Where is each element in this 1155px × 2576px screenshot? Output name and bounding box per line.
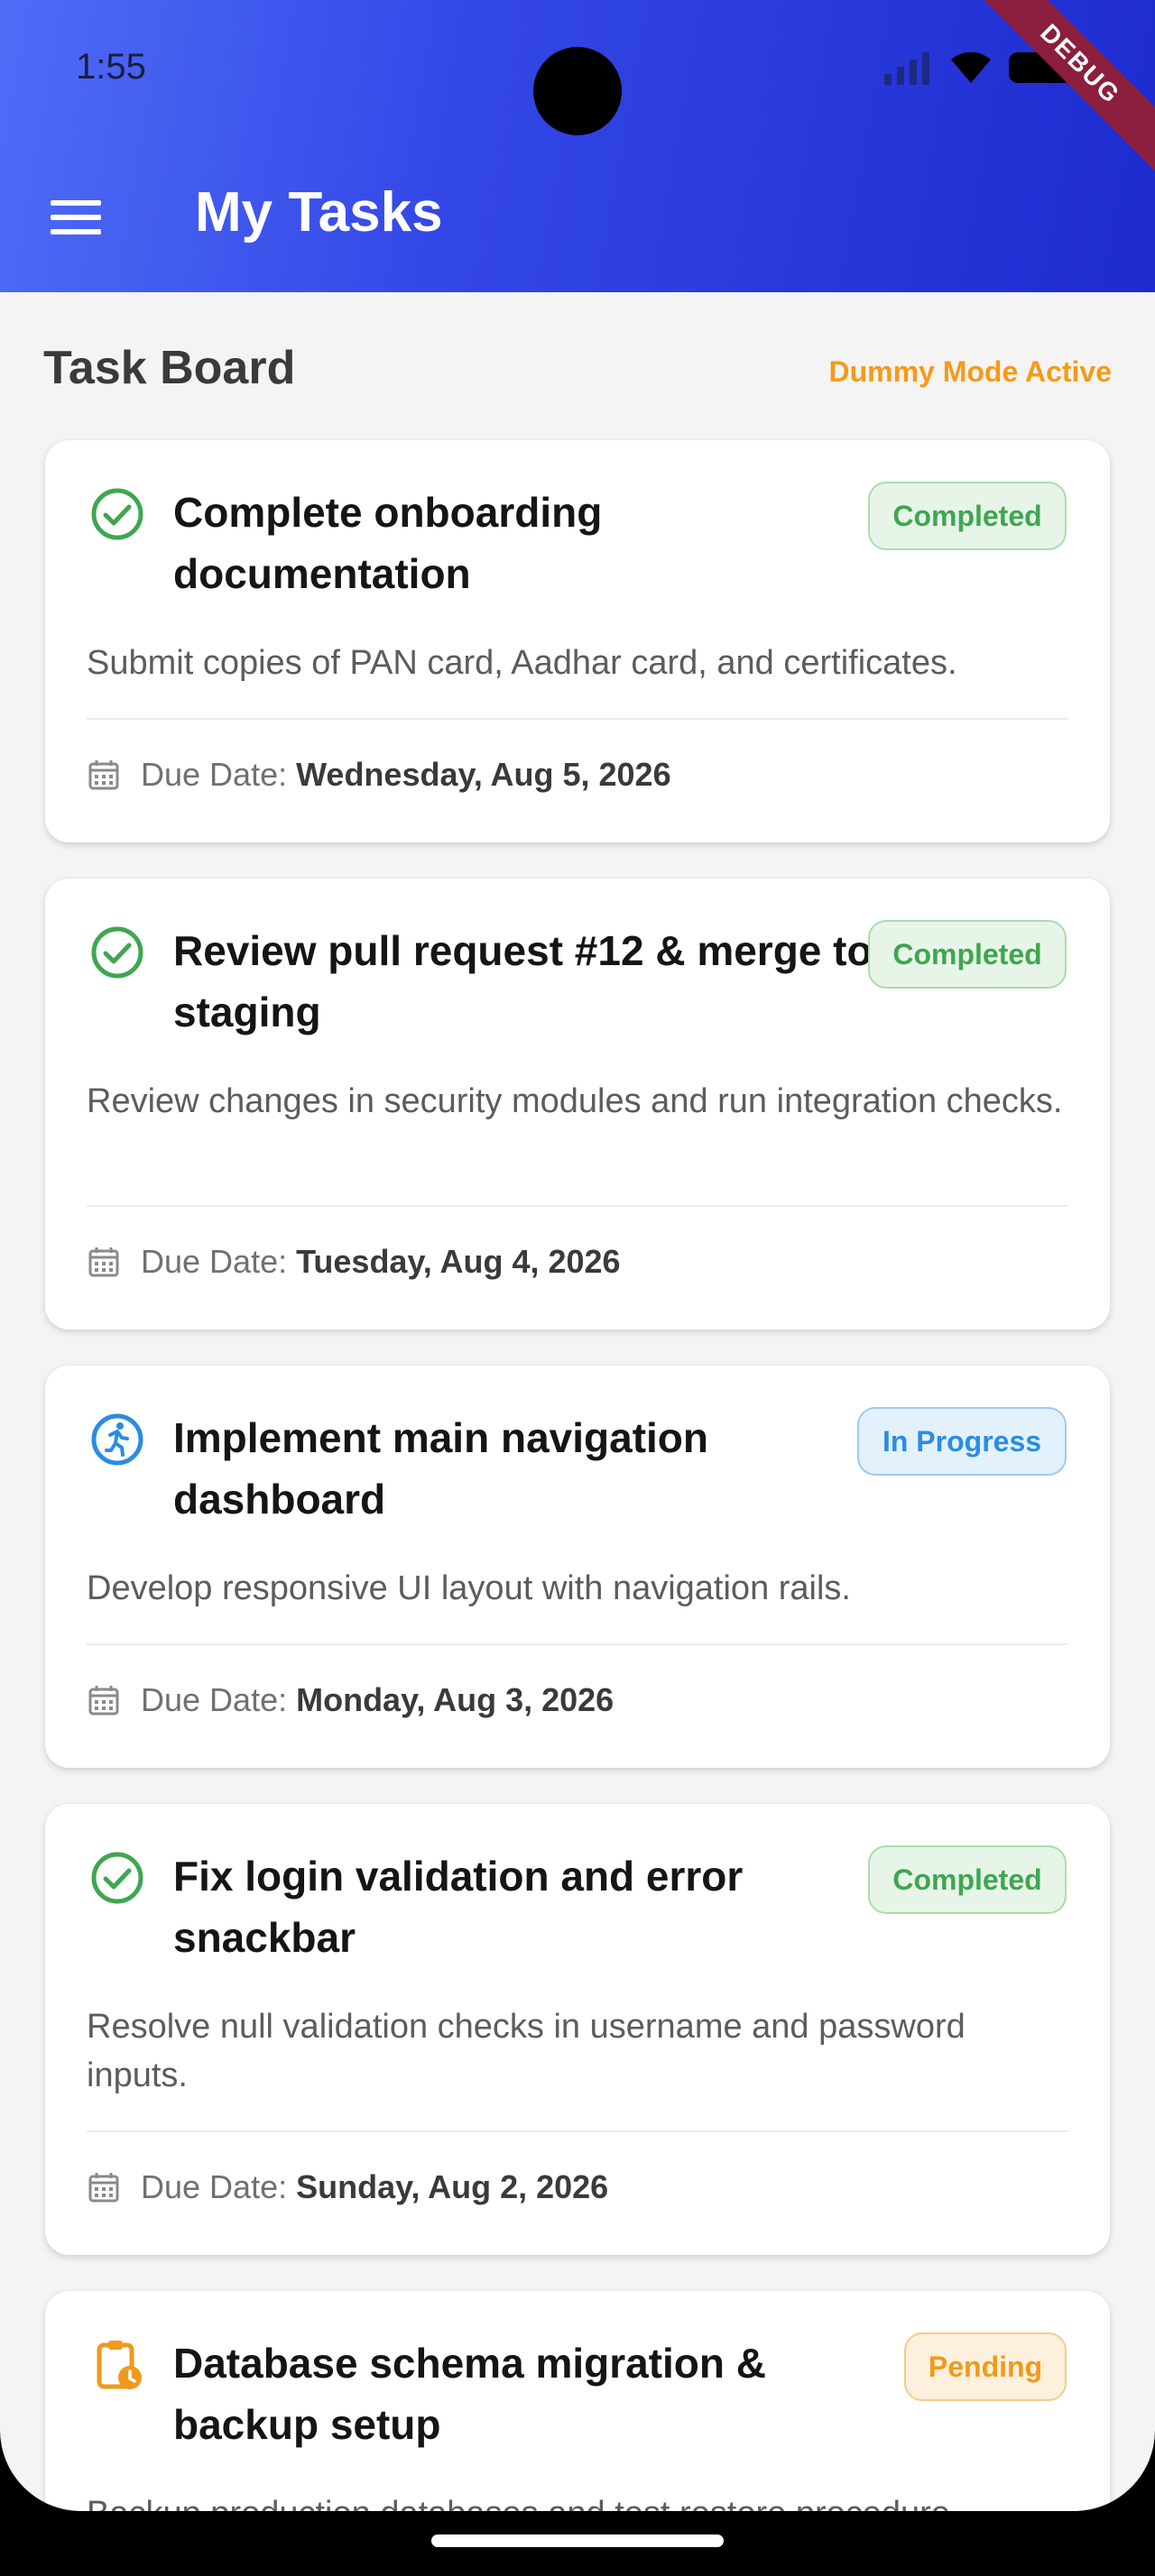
due-date-label: Due Date: bbox=[141, 1243, 288, 1280]
running-person-icon bbox=[91, 1413, 143, 1466]
divider bbox=[87, 1205, 1068, 1207]
calendar-icon bbox=[88, 760, 119, 790]
due-date-row: Due Date: Tuesday, Aug 4, 2026 bbox=[87, 1243, 621, 1281]
calendar-icon bbox=[88, 2173, 119, 2203]
task-card[interactable]: Fix login validation and error snackbar … bbox=[45, 1804, 1110, 2255]
check-circle-icon bbox=[91, 488, 143, 540]
status-badge: In Progress bbox=[857, 1407, 1067, 1476]
task-title: Complete onboarding documentation bbox=[173, 489, 603, 597]
calendar-icon bbox=[88, 1686, 119, 1716]
camera-cutout bbox=[533, 47, 622, 135]
due-date-value: Tuesday, Aug 4, 2026 bbox=[296, 1243, 621, 1280]
divider bbox=[87, 1643, 1068, 1645]
divider bbox=[87, 2130, 1068, 2132]
due-date-value: Monday, Aug 3, 2026 bbox=[296, 1681, 614, 1718]
task-card[interactable]: Implement main navigation dashboard In P… bbox=[45, 1366, 1110, 1768]
task-description: Develop responsive UI layout with naviga… bbox=[87, 1569, 851, 1607]
task-title: Fix login validation and error snackbar bbox=[173, 1853, 744, 1961]
due-date-label: Due Date: bbox=[141, 756, 288, 793]
task-description: Resolve null validation checks in userna… bbox=[87, 2008, 966, 2094]
due-date-label: Due Date: bbox=[141, 2168, 288, 2205]
check-circle-icon bbox=[91, 926, 143, 979]
page-title: My Tasks bbox=[195, 181, 443, 244]
due-date-row: Due Date: Wednesday, Aug 5, 2026 bbox=[87, 756, 671, 794]
menu-icon[interactable] bbox=[51, 200, 101, 236]
task-description: Backup production databases and test res… bbox=[87, 2489, 1070, 2511]
status-badge: Pending bbox=[904, 2332, 1067, 2401]
status-badge: Completed bbox=[868, 920, 1067, 989]
due-date-row: Due Date: Sunday, Aug 2, 2026 bbox=[87, 2168, 608, 2206]
dummy-mode-label: Dummy Mode Active bbox=[828, 355, 1112, 388]
task-description: Submit copies of PAN card, Aadhar card, … bbox=[87, 644, 957, 682]
home-indicator[interactable] bbox=[431, 2535, 724, 2547]
task-title: Implement main navigation dashboard bbox=[173, 1414, 708, 1523]
task-card[interactable]: Review pull request #12 & merge to stagi… bbox=[45, 879, 1110, 1329]
signal-icon bbox=[884, 52, 929, 85]
board-title: Task Board bbox=[43, 342, 296, 394]
task-title: Database schema migration & backup setup bbox=[173, 2340, 767, 2448]
divider bbox=[87, 718, 1068, 720]
status-badge: Completed bbox=[868, 482, 1067, 550]
due-date-row: Due Date: Monday, Aug 3, 2026 bbox=[87, 1681, 614, 1719]
pending-clipboard-icon bbox=[97, 2341, 142, 2389]
due-date-value: Wednesday, Aug 5, 2026 bbox=[296, 756, 671, 793]
due-date-label: Due Date: bbox=[141, 1681, 288, 1718]
status-badge: Completed bbox=[868, 1845, 1067, 1914]
app-bar: 1:55 DEBUG My Tasks bbox=[0, 0, 1155, 292]
task-title: Review pull request #12 & merge to stagi… bbox=[173, 927, 873, 1035]
screen: 1:55 DEBUG My Tasks Task Board Dummy Mod… bbox=[0, 0, 1155, 2511]
status-time: 1:55 bbox=[76, 47, 146, 87]
due-date-value: Sunday, Aug 2, 2026 bbox=[296, 2168, 609, 2205]
calendar-icon bbox=[88, 1247, 119, 1277]
task-description: Review changes in security modules and r… bbox=[87, 1082, 1063, 1120]
wifi-icon bbox=[951, 51, 991, 83]
check-circle-icon bbox=[91, 1852, 143, 1904]
debug-banner: DEBUG bbox=[958, 0, 1155, 186]
task-card[interactable]: Complete onboarding documentation Comple… bbox=[45, 440, 1110, 842]
task-card[interactable]: Database schema migration & backup setup… bbox=[45, 2291, 1110, 2511]
